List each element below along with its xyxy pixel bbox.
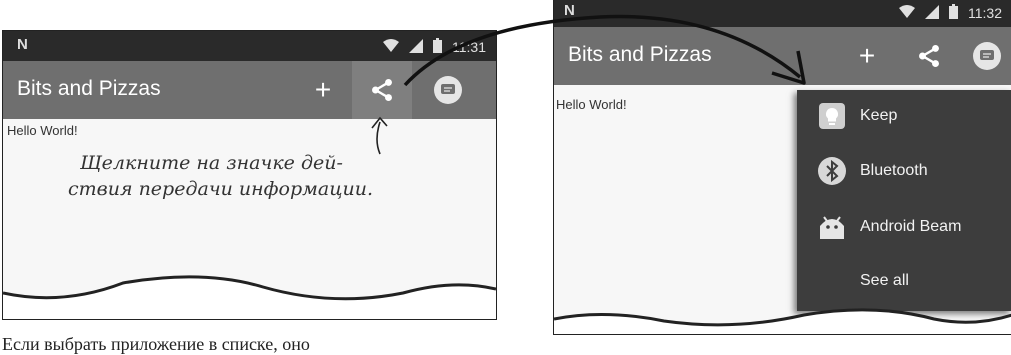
annotation-arrow bbox=[371, 116, 388, 155]
connector-arrow bbox=[403, 14, 806, 87]
body-text: Если выбрать приложение в списке, оно bbox=[2, 334, 310, 354]
annotation-line: Щелкните на значке дей- bbox=[80, 152, 343, 174]
annotation-text: Щелкните на значке дей- ствия передачи и… bbox=[68, 150, 500, 202]
annotation-line: ствия передачи информации. bbox=[68, 178, 374, 200]
